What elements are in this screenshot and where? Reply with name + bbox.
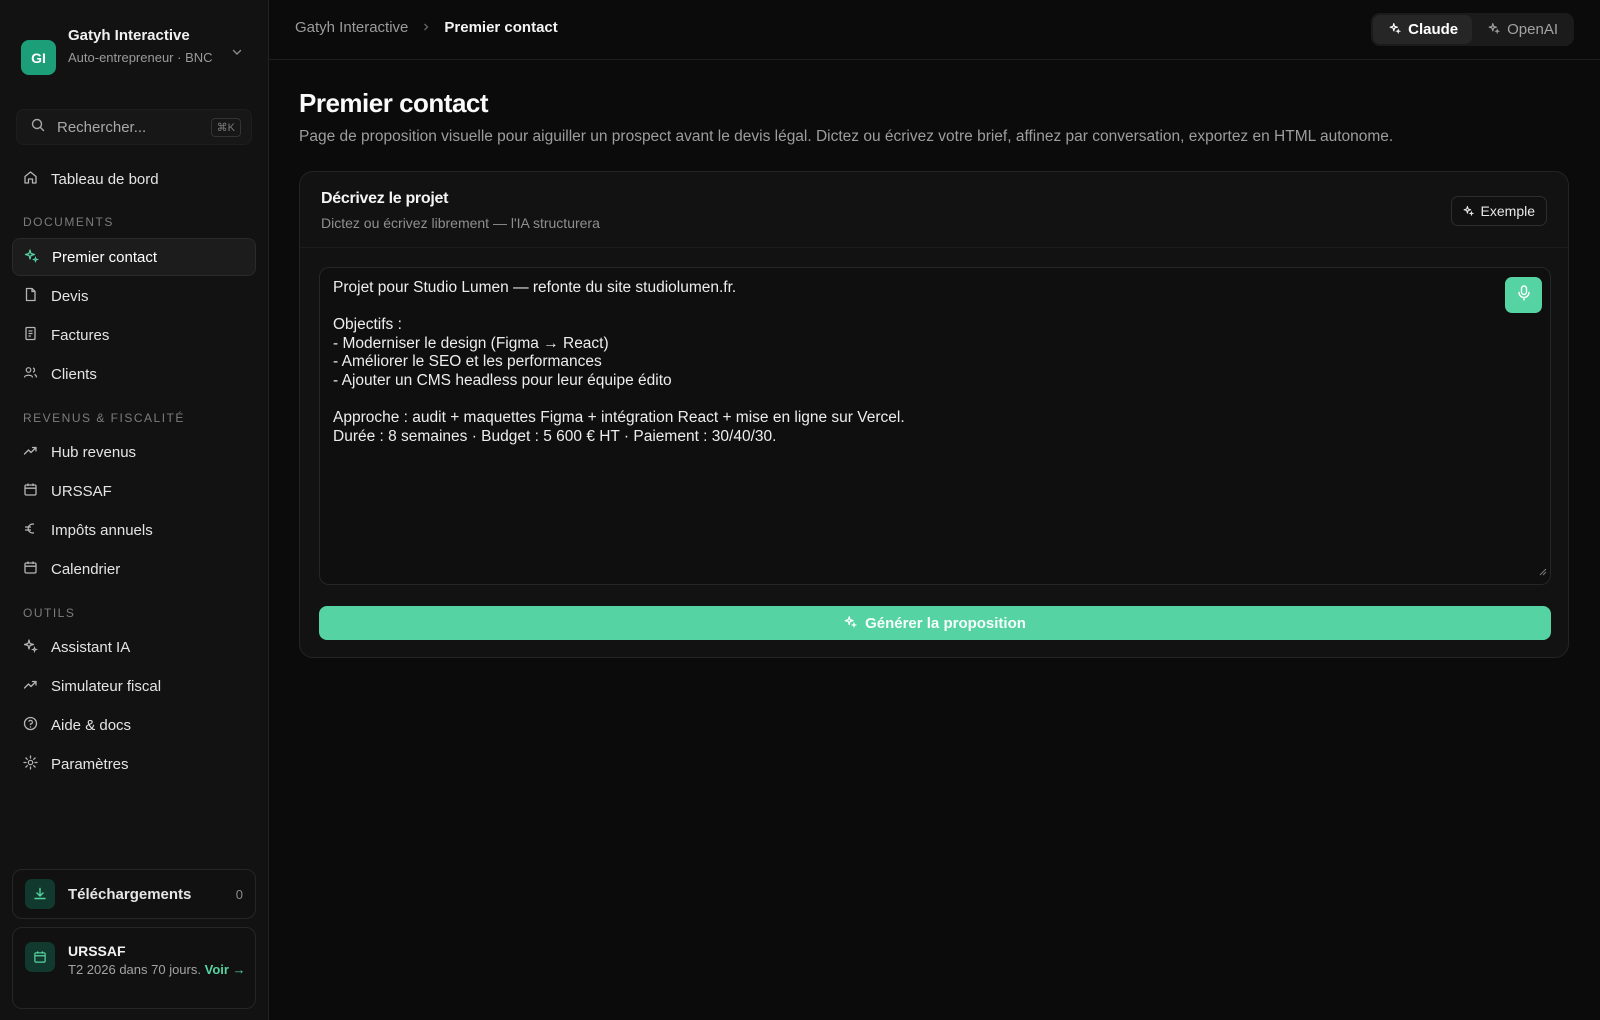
search-icon (31, 118, 45, 137)
sparkle-icon (844, 615, 865, 632)
sidebar-item-label: Factures (51, 326, 110, 344)
section-revenus: REVENUS & FISCALITÉ (23, 411, 185, 425)
sidebar-item-label: Clients (51, 365, 97, 383)
calendar-icon (25, 942, 55, 972)
example-button-label: Exemple (1480, 203, 1535, 219)
sidebar-item-label: Simulateur fiscal (51, 677, 162, 695)
calendar-icon (23, 482, 51, 501)
sparkle-icon (24, 248, 52, 267)
sidebar-item-factures[interactable]: Factures (12, 316, 256, 354)
brief-panel-subtitle: Dictez ou écrivez librement — l'IA struc… (321, 215, 600, 231)
sidebar-item-clients[interactable]: Clients (12, 355, 256, 393)
urssaf-view-link[interactable]: Voir → (205, 962, 246, 977)
sidebar-item-premier-contact[interactable]: Premier contact (12, 238, 256, 276)
org-avatar: GI (21, 40, 56, 75)
section-outils: OUTILS (23, 606, 76, 620)
generate-proposal-button[interactable]: Générer la proposition (319, 606, 1551, 640)
sidebar-item-label: Devis (51, 287, 89, 305)
urssaf-reminder-text: T2 2026 dans 70 jours. (68, 962, 201, 977)
sidebar-item-impots[interactable]: Impôts annuels (12, 511, 256, 549)
download-icon (25, 879, 55, 909)
resize-handle-icon[interactable] (1538, 563, 1547, 581)
sidebar: GI Gatyh Interactive Auto-entrepreneur ·… (0, 0, 269, 1020)
sidebar-item-label: Aide & docs (51, 716, 132, 734)
org-subtitle: Auto-entrepreneur · BNC (68, 50, 213, 65)
sidebar-item-assistant[interactable]: Assistant IA (12, 628, 256, 666)
model-openai-label: OpenAI (1507, 21, 1558, 38)
sidebar-item-label: Hub revenus (51, 443, 137, 461)
sparkle-icon (23, 638, 51, 657)
sidebar-item-label: Assistant IA (51, 638, 131, 656)
urssaf-reminder-card: URSSAF T2 2026 dans 70 jours. Voir → (12, 927, 256, 1009)
org-name: Gatyh Interactive (68, 27, 190, 44)
receipt-icon (23, 326, 51, 345)
sidebar-item-urssaf[interactable]: URSSAF (12, 472, 256, 510)
sidebar-item-devis[interactable]: Devis (12, 277, 256, 315)
page-description: Page de proposition visuelle pour aiguil… (299, 128, 1394, 145)
sidebar-item-label: Tableau de bord (51, 170, 159, 188)
trending-up-icon (23, 443, 51, 462)
home-icon (23, 170, 51, 189)
brief-textarea[interactable] (320, 268, 1550, 584)
model-claude-button[interactable]: Claude (1373, 15, 1473, 44)
breadcrumb: Gatyh Interactive Premier contact (295, 19, 558, 36)
example-button[interactable]: Exemple (1450, 196, 1547, 226)
microphone-icon (1517, 284, 1531, 306)
sidebar-item-label: Paramètres (51, 755, 129, 773)
gear-icon (23, 754, 51, 774)
model-switcher: Claude OpenAI (1371, 13, 1574, 46)
page-title: Premier contact (299, 88, 489, 118)
chevron-down-icon[interactable] (231, 46, 243, 61)
sidebar-item-label: URSSAF (51, 482, 112, 500)
users-icon (23, 365, 51, 384)
urssaf-reminder-title: URSSAF (68, 943, 126, 959)
search-input[interactable] (57, 118, 197, 136)
org-switcher[interactable]: GI Gatyh Interactive Auto-entrepreneur ·… (21, 24, 251, 88)
trending-up-icon (23, 677, 51, 696)
breadcrumb-current: Premier contact (444, 19, 558, 36)
sidebar-item-parametres[interactable]: Paramètres (12, 745, 256, 783)
sidebar-item-label: Impôts annuels (51, 521, 153, 539)
sidebar-item-hub-revenus[interactable]: Hub revenus (12, 433, 256, 471)
sidebar-item-simulateur[interactable]: Simulateur fiscal (12, 667, 256, 705)
calendar-icon (23, 560, 51, 579)
search-box[interactable]: ⌘K (16, 109, 252, 145)
downloads-card[interactable]: Téléchargements 0 (12, 869, 256, 919)
section-documents: DOCUMENTS (23, 215, 114, 229)
brief-field-wrapper (319, 267, 1551, 585)
file-icon (23, 287, 51, 306)
generate-proposal-label: Générer la proposition (865, 614, 1026, 632)
sidebar-item-dashboard[interactable]: Tableau de bord (12, 160, 256, 198)
sparkle-icon (1488, 21, 1507, 38)
main-content: Gatyh Interactive Premier contact Claude… (269, 0, 1600, 1020)
brief-panel: Décrivez le projet Dictez ou écrivez lib… (299, 171, 1569, 658)
sidebar-item-label: Premier contact (52, 248, 158, 266)
euro-icon (23, 521, 51, 540)
microphone-button[interactable] (1505, 277, 1542, 313)
breadcrumb-parent[interactable]: Gatyh Interactive (295, 19, 408, 36)
model-claude-label: Claude (1408, 21, 1459, 38)
brief-panel-title: Décrivez le projet (321, 190, 449, 207)
search-shortcut: ⌘K (210, 117, 241, 137)
chevron-right-icon (422, 20, 430, 35)
downloads-count: 0 (235, 886, 243, 902)
sparkle-icon (1389, 21, 1408, 38)
brief-panel-header: Décrivez le projet Dictez ou écrivez lib… (300, 172, 1568, 248)
sidebar-item-label: Calendrier (51, 560, 121, 578)
help-circle-icon (23, 716, 51, 735)
model-openai-button[interactable]: OpenAI (1472, 15, 1572, 44)
sidebar-item-aide[interactable]: Aide & docs (12, 706, 256, 744)
topbar: Gatyh Interactive Premier contact Claude… (269, 0, 1600, 60)
downloads-label: Téléchargements (68, 885, 192, 903)
sidebar-item-calendrier[interactable]: Calendrier (12, 550, 256, 588)
sparkle-icon (1463, 203, 1481, 219)
